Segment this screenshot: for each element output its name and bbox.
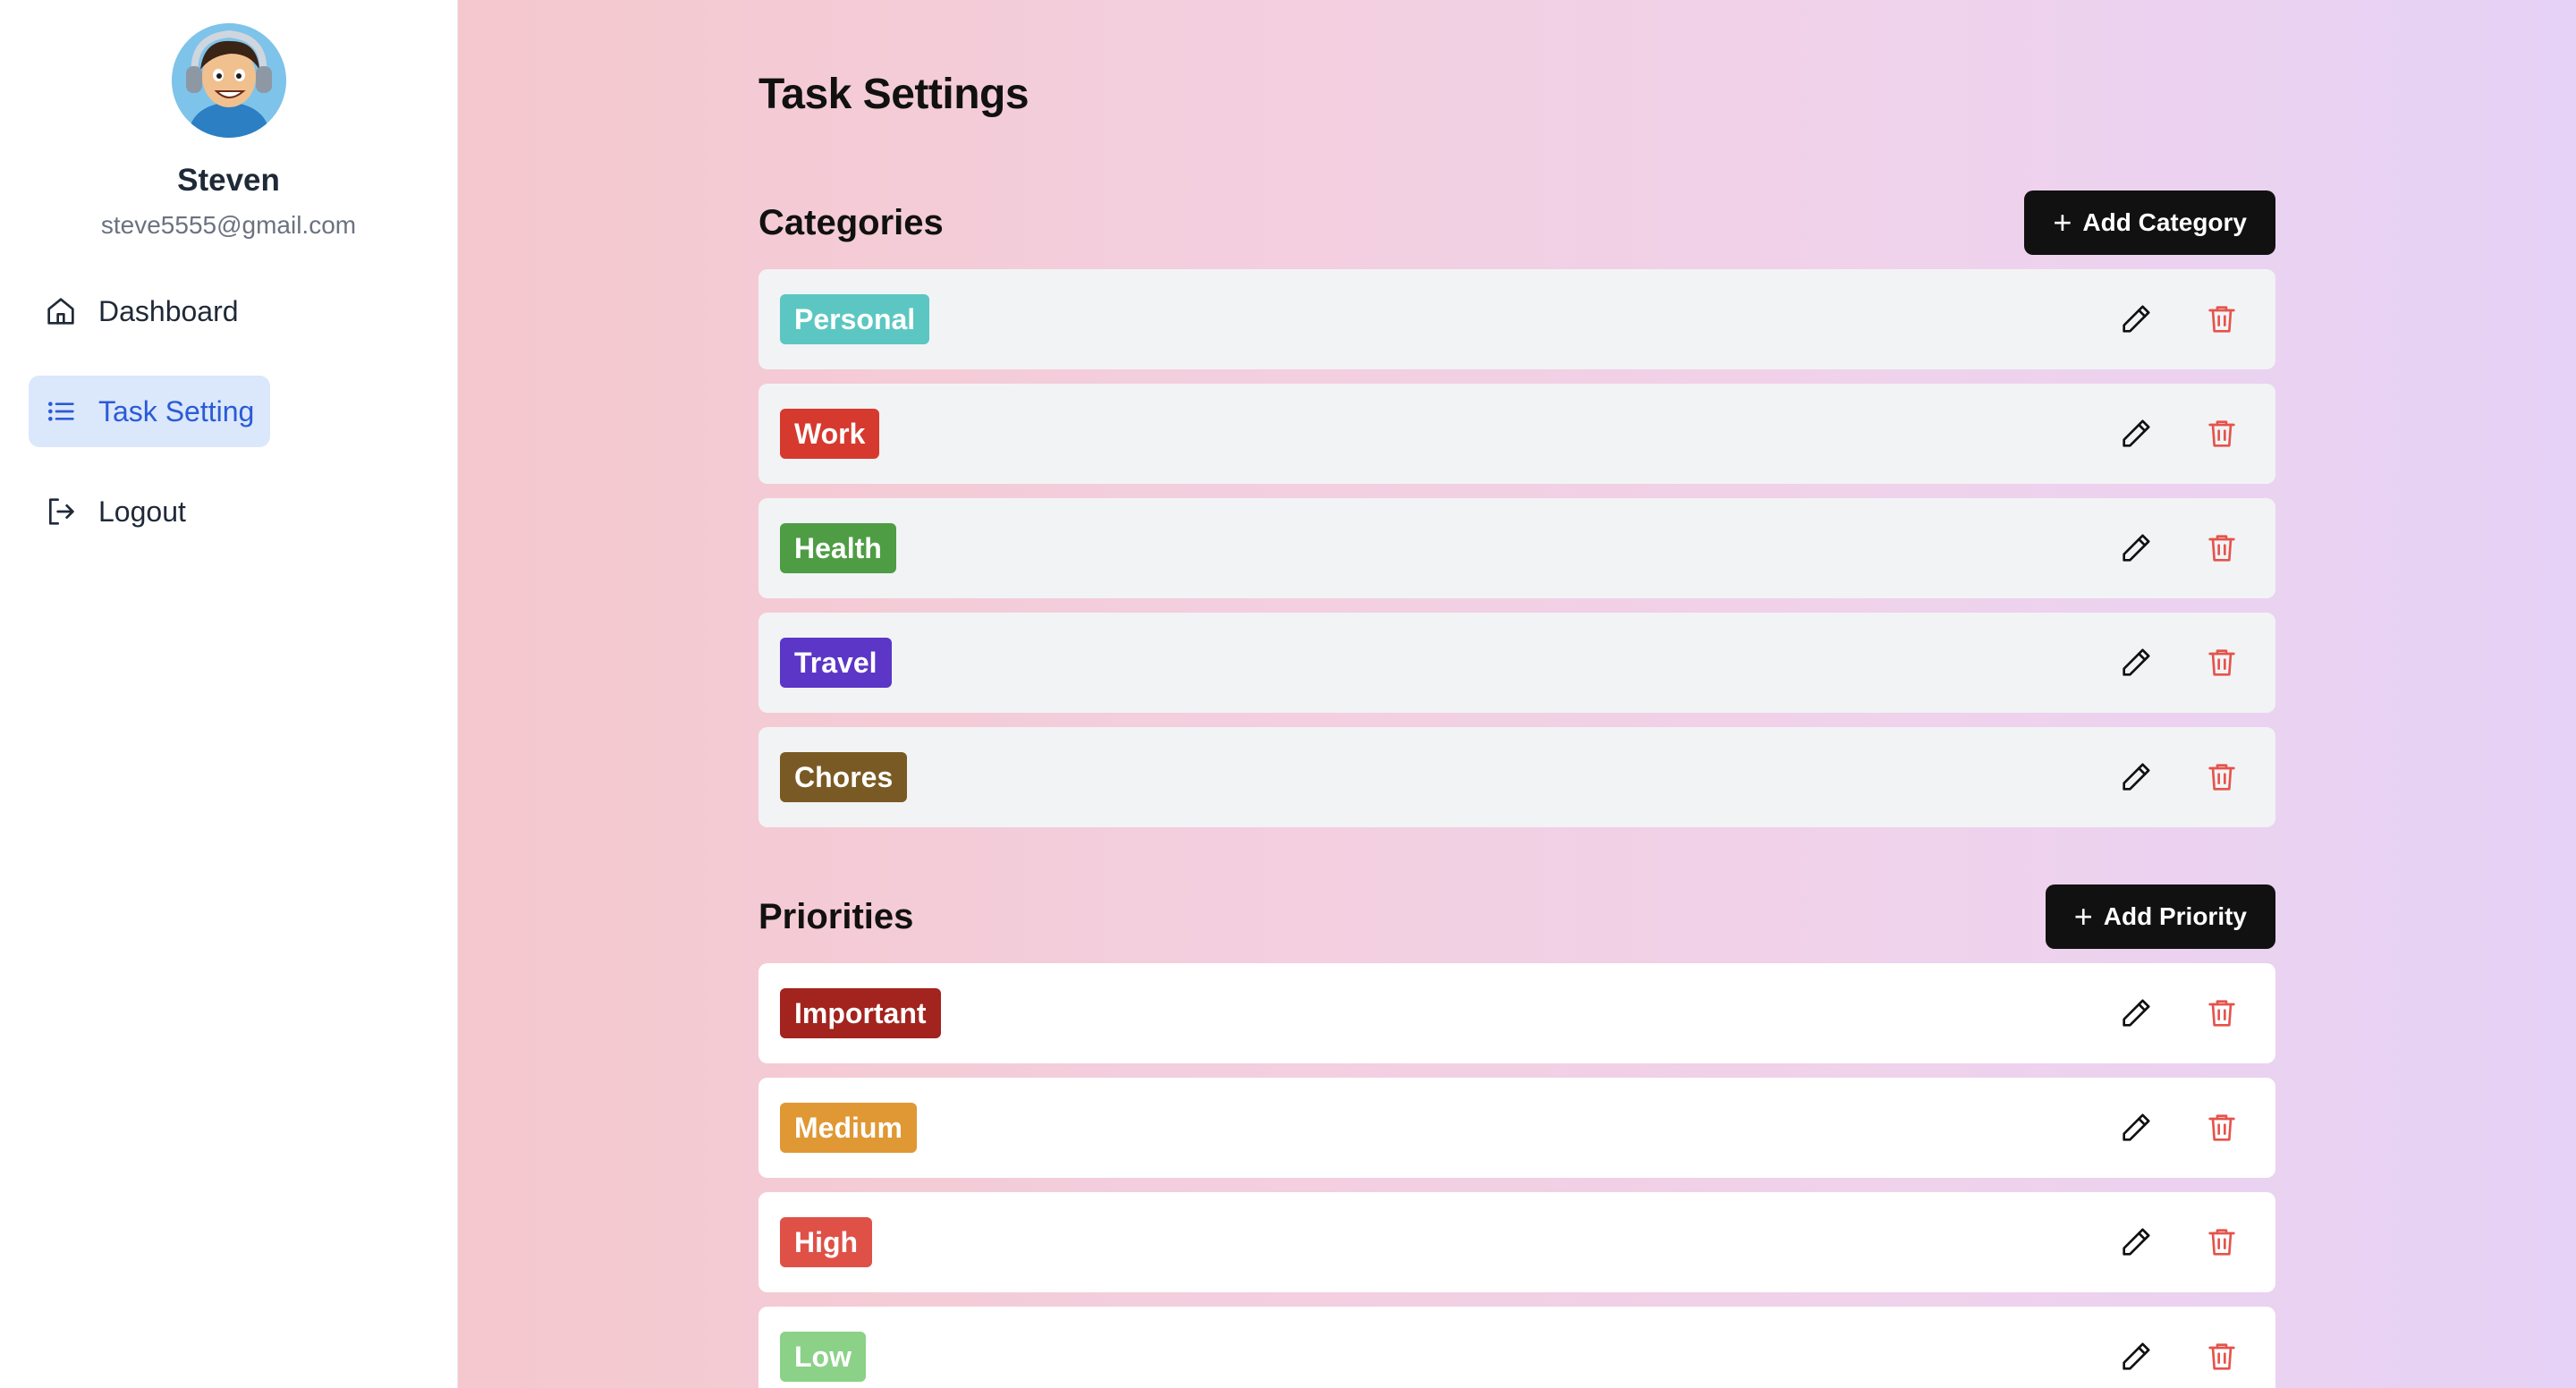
user-name: Steven (177, 163, 280, 198)
user-avatar (171, 23, 286, 138)
category-row: Chores (758, 727, 2275, 827)
add-priority-button[interactable]: + Add Priority (2045, 884, 2275, 949)
category-actions (2118, 530, 2240, 566)
page-title: Task Settings (758, 71, 1030, 118)
category-tag: Chores (780, 752, 908, 802)
trash-icon[interactable] (2204, 1224, 2240, 1260)
edit-icon[interactable] (2118, 416, 2154, 452)
priorities-section: Priorities + Add Priority Important Mediu… (758, 884, 2275, 1388)
priorities-header: Priorities + Add Priority (758, 884, 2275, 949)
priority-row: Medium (758, 1078, 2275, 1178)
trash-icon[interactable] (2204, 416, 2240, 452)
nav-label-dashboard: Dashboard (98, 294, 239, 327)
category-actions (2118, 416, 2240, 452)
plus-icon: + (2073, 898, 2093, 935)
logout-icon (49, 498, 74, 525)
list-icon (48, 402, 74, 421)
category-tag: Personal (780, 294, 930, 344)
trash-icon[interactable] (2204, 301, 2240, 337)
edit-icon[interactable] (2118, 645, 2154, 681)
categories-header: Categories + Add Category (758, 190, 2275, 255)
priority-actions (2118, 1224, 2240, 1260)
category-tag: Work (780, 409, 880, 459)
priority-tag: Low (780, 1332, 866, 1382)
category-row: Health (758, 498, 2275, 598)
trash-icon[interactable] (2204, 1339, 2240, 1375)
category-tag: Health (780, 523, 896, 573)
trash-icon[interactable] (2204, 995, 2240, 1031)
edit-icon[interactable] (2118, 1224, 2154, 1260)
priority-tag: High (780, 1217, 873, 1267)
settings-content: Task Settings Categories + Add Category … (758, 70, 2275, 1388)
edit-icon[interactable] (2118, 1339, 2154, 1375)
category-row: Work (758, 384, 2275, 484)
nav-label-task-setting: Task Setting (98, 394, 255, 427)
home-icon (47, 298, 74, 325)
trash-icon[interactable] (2204, 645, 2240, 681)
priority-actions (2118, 1339, 2240, 1375)
priorities-title: Priorities (758, 896, 914, 936)
category-actions (2118, 759, 2240, 795)
category-actions (2118, 645, 2240, 681)
category-list: Personal Work Health Travel Chores (758, 269, 2275, 827)
priority-actions (2118, 995, 2240, 1031)
trash-icon[interactable] (2204, 759, 2240, 795)
add-category-button[interactable]: + Add Category (2024, 190, 2275, 255)
priority-row: Low (758, 1307, 2275, 1388)
nav-item-task-setting[interactable]: Task Setting (29, 376, 271, 447)
priority-row: High (758, 1192, 2275, 1292)
edit-icon[interactable] (2118, 759, 2154, 795)
nav-label-logout: Logout (98, 495, 186, 528)
categories-section: Categories + Add Category Personal Work He… (758, 190, 2275, 827)
add-priority-label: Add Priority (2103, 902, 2247, 930)
priority-tag: Important (780, 988, 941, 1038)
user-email: steve5555@gmail.com (100, 211, 357, 239)
edit-icon[interactable] (2118, 301, 2154, 337)
category-row: Personal (758, 269, 2275, 369)
main-content: Task Settings Categories + Add Category … (458, 0, 2576, 1388)
edit-icon[interactable] (2118, 1110, 2154, 1146)
nav-item-dashboard[interactable]: Dashboard (29, 275, 428, 347)
priority-tag: Medium (780, 1103, 917, 1153)
category-tag: Travel (780, 638, 892, 688)
priority-list: Important Medium High Low (758, 963, 2275, 1388)
sidebar: Steven steve5555@gmail.com Dashboard Tas… (0, 0, 458, 1388)
priority-row: Important (758, 963, 2275, 1063)
add-category-label: Add Category (2082, 208, 2247, 236)
category-actions (2118, 301, 2240, 337)
edit-icon[interactable] (2118, 995, 2154, 1031)
priority-actions (2118, 1110, 2240, 1146)
sidebar-nav: Dashboard Task Setting Logout (0, 275, 457, 576)
category-row: Travel (758, 613, 2275, 713)
plus-icon: + (2053, 204, 2072, 241)
edit-icon[interactable] (2118, 530, 2154, 566)
nav-item-logout[interactable]: Logout (29, 476, 428, 547)
trash-icon[interactable] (2204, 1110, 2240, 1146)
categories-title: Categories (758, 202, 944, 242)
trash-icon[interactable] (2204, 530, 2240, 566)
